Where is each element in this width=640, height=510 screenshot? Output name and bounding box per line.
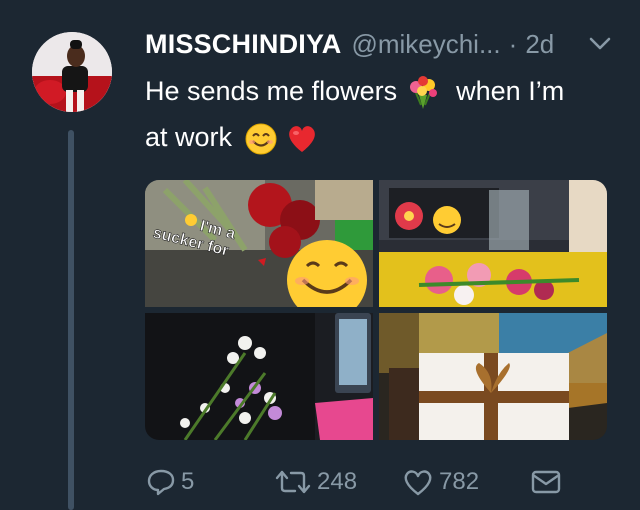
envelope-icon (531, 470, 561, 494)
reply-icon (147, 469, 175, 496)
tweet-header: MISSCHINDIYA @mikeychi... · 2d (145, 24, 554, 64)
media-grid[interactable]: I'm a sucker for (145, 180, 607, 440)
author-handle[interactable]: @mikeychi... (351, 29, 500, 60)
chevron-down-icon[interactable] (588, 36, 612, 52)
tweet-text: He sends me flowers when I’m at work (145, 68, 615, 160)
like-count: 782 (439, 468, 480, 495)
tweet-text-line-1: He sends me flowers (145, 76, 398, 106)
retweet-icon (275, 470, 311, 494)
tweet-text-line-2: when I’m (456, 76, 565, 106)
retweet-button[interactable]: 248 (273, 462, 357, 502)
author-name[interactable]: MISSCHINDIYA (145, 29, 341, 60)
tweet-text-line-3: at work (145, 122, 233, 152)
bouquet-emoji-icon (409, 75, 437, 109)
chocolate-gift-box-photo[interactable] (379, 313, 607, 440)
like-button[interactable]: 782 (401, 462, 479, 502)
roses-photo[interactable]: I'm a sucker for (145, 180, 373, 307)
timestamp[interactable]: 2d (525, 29, 554, 60)
separator-dot: · (508, 28, 518, 59)
avatar-image (32, 32, 112, 112)
flowers-on-desk-photo[interactable] (379, 180, 607, 307)
tweet-actions: 5 248 782 (145, 462, 615, 502)
heart-icon (404, 470, 432, 496)
thread-line (68, 130, 74, 510)
reply-count: 5 (181, 468, 195, 495)
red-heart-icon (289, 125, 315, 152)
avatar[interactable] (32, 32, 112, 112)
smiling-face-icon (245, 123, 277, 155)
retweet-count: 248 (317, 468, 358, 495)
white-flowers-photo[interactable] (145, 313, 373, 440)
direct-message-button[interactable] (529, 462, 567, 502)
reply-button[interactable]: 5 (145, 462, 194, 502)
